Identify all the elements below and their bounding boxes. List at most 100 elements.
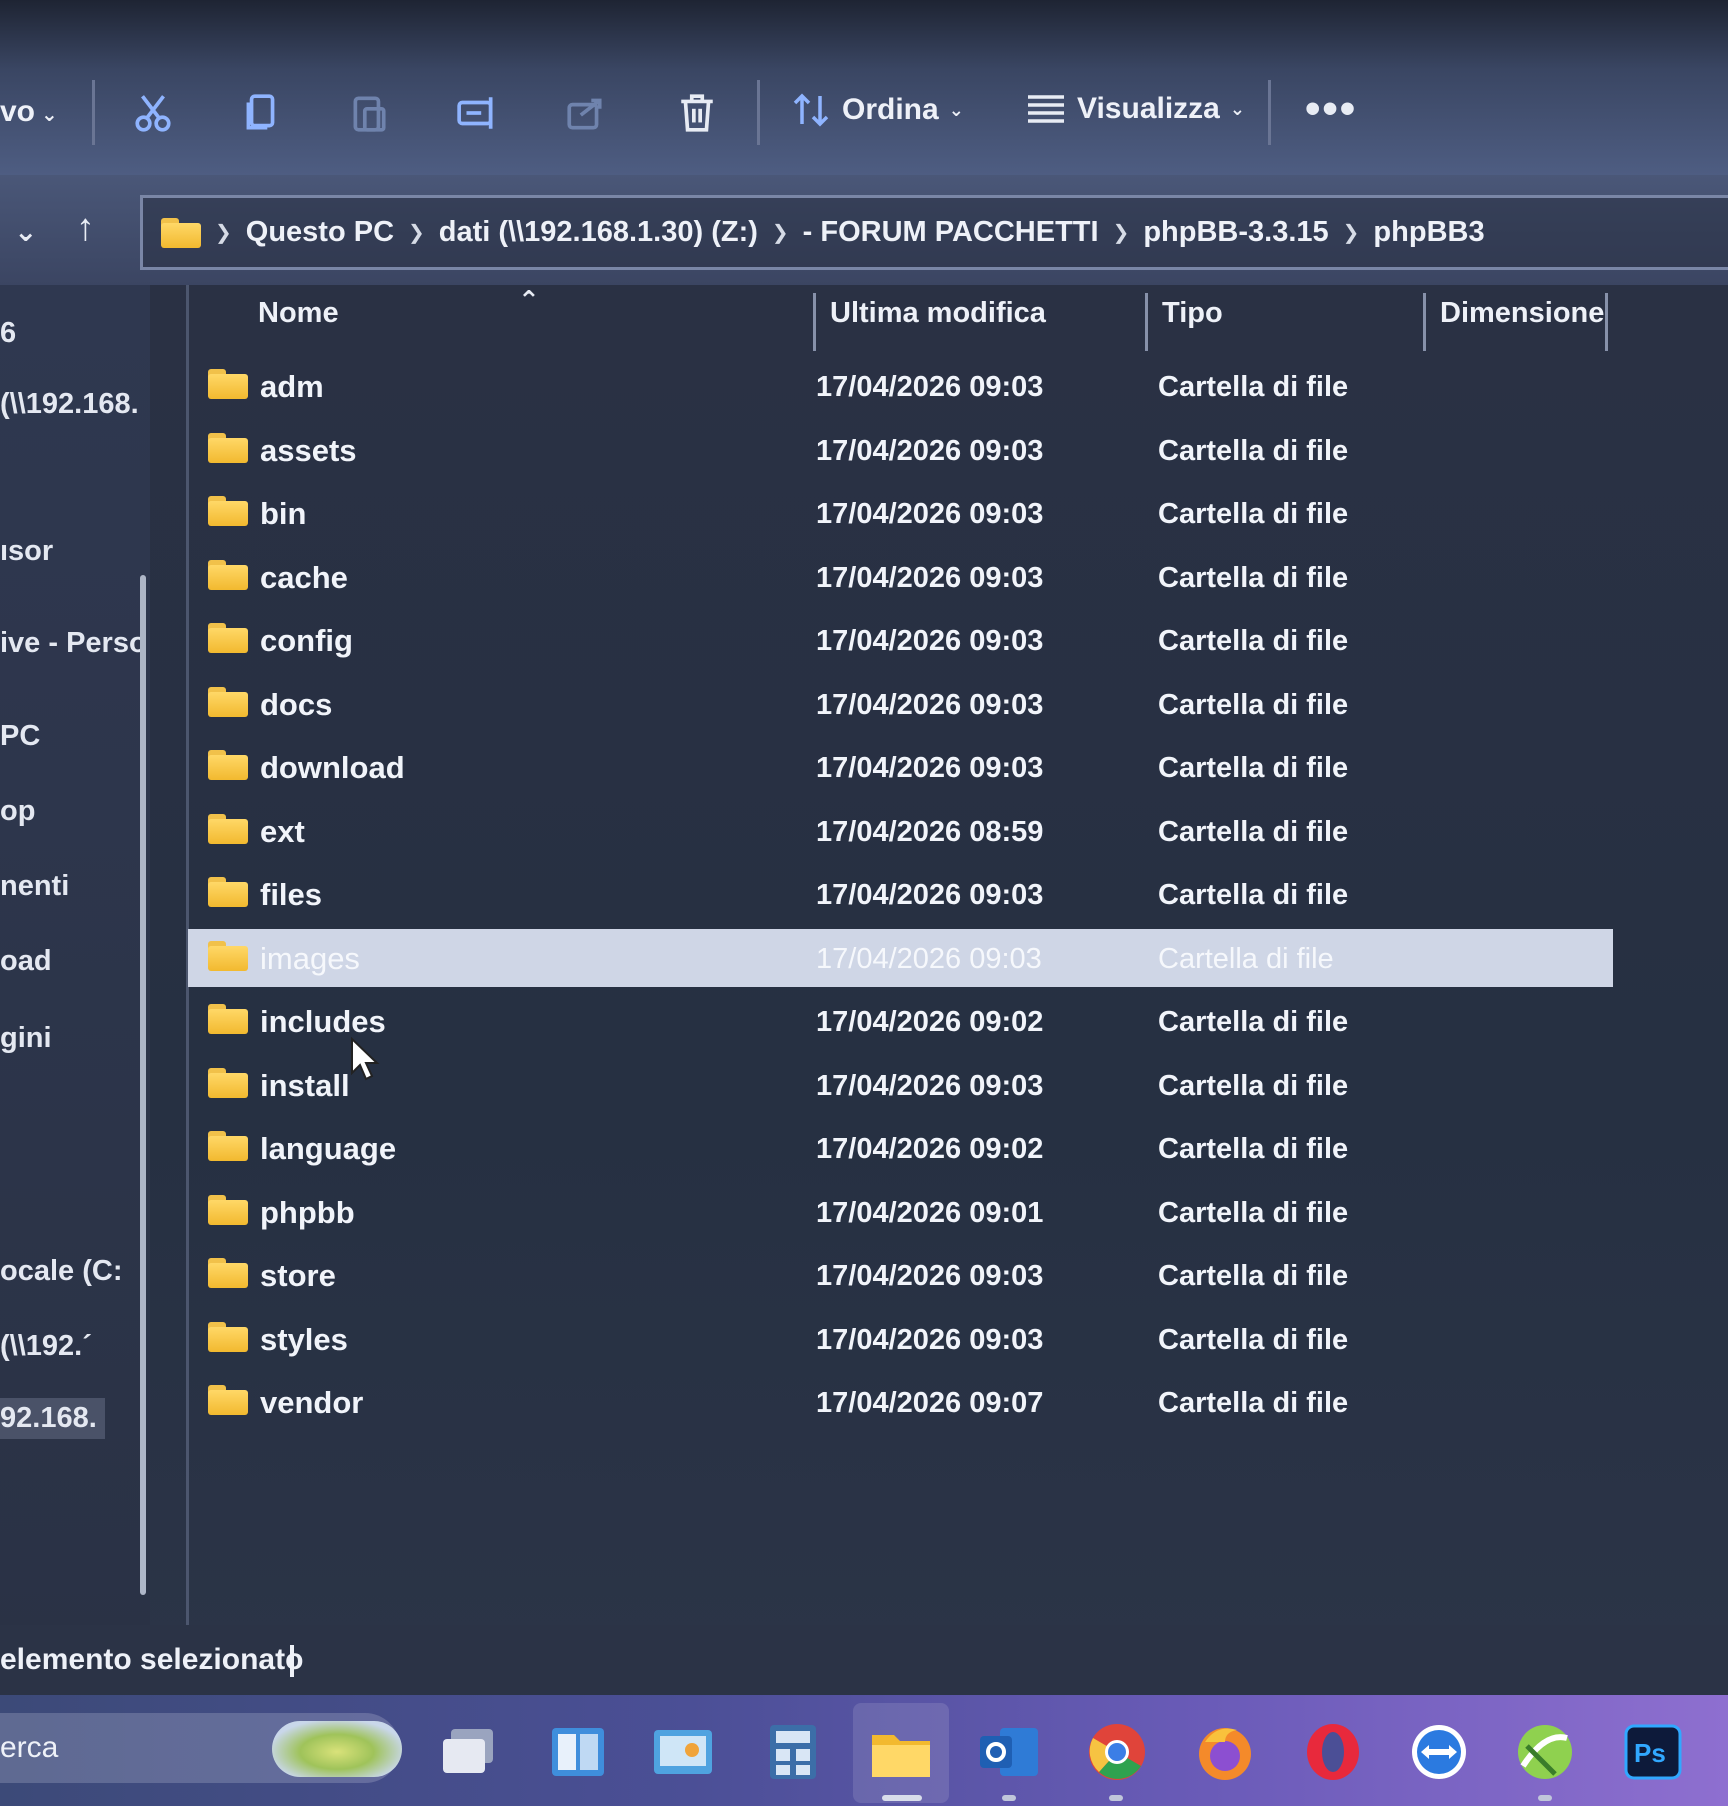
file-name[interactable]: includes [260,1004,386,1040]
breadcrumb-questo-pc[interactable]: Questo PC [246,216,394,249]
column-header-modified[interactable]: Ultima modifica [830,297,1046,330]
file-name[interactable]: files [260,877,322,913]
running-app-indicator [1538,1795,1552,1801]
file-row[interactable]: config 17/04/2026 09:03 Cartella di file [188,611,1613,669]
breadcrumb-phpbb3[interactable]: phpBB3 [1373,216,1484,249]
file-row[interactable]: adm 17/04/2026 09:03 Cartella di file [188,357,1613,415]
file-name[interactable]: download [260,750,405,786]
chevron-down-icon: ⌄ [1229,98,1245,119]
folder-icon [208,1131,248,1161]
file-name[interactable]: ext [260,814,305,850]
file-row[interactable]: ext 17/04/2026 08:59 Cartella di file [188,802,1613,860]
new-button[interactable]: vo ⌄ [0,95,58,129]
sidebar-scrollbar[interactable] [140,575,146,1595]
column-divider[interactable] [1145,293,1148,351]
chevron-right-icon[interactable]: ❯ [408,220,425,245]
share-button[interactable] [560,88,610,138]
file-type: Cartella di file [1158,1260,1349,1292]
file-type: Cartella di file [1158,943,1334,975]
file-row[interactable]: store 17/04/2026 09:03 Cartella di file [188,1246,1613,1304]
folder-icon [208,369,248,399]
taskbar-search-box[interactable]: erca [0,1713,402,1783]
sidebar-item-network-drive-selected[interactable]: 92.168. [0,1398,105,1439]
file-row[interactable]: files 17/04/2026 09:03 Cartella di file [188,865,1613,923]
calculator-icon[interactable] [762,1721,824,1783]
column-divider[interactable] [1605,293,1608,351]
outlook-icon[interactable] [978,1721,1040,1783]
sidebar-item-network-drive[interactable]: (\\192.´ [0,1330,92,1363]
file-row[interactable]: includes 17/04/2026 09:02 Cartella di file [188,992,1613,1050]
chevron-right-icon[interactable]: ❯ [215,220,232,245]
file-name[interactable]: install [260,1068,350,1104]
firefox-icon[interactable] [1194,1721,1256,1783]
file-name[interactable]: styles [260,1322,348,1358]
recent-locations-chevron-icon[interactable]: ⌄ [14,215,37,248]
sidebar-item-onedrive[interactable]: ive - Perso [0,627,147,660]
copy-button[interactable] [236,88,286,138]
widgets-icon[interactable] [547,1721,609,1783]
file-row-selected[interactable]: images 17/04/2026 09:03 Cartella di file [188,929,1613,987]
chevron-right-icon[interactable]: ❯ [1343,220,1360,245]
column-header-size[interactable]: Dimensione [1440,297,1604,330]
sidebar-item-desktop[interactable]: op [0,795,35,828]
file-name[interactable]: phpbb [260,1195,355,1231]
paste-button[interactable] [344,88,394,138]
sidebar-item-local-disk[interactable]: ocale (C: [0,1255,122,1288]
file-name[interactable]: docs [260,687,332,723]
file-row[interactable]: assets 17/04/2026 09:03 Cartella di file [188,421,1613,479]
column-header-type[interactable]: Tipo [1162,297,1223,330]
photoshop-icon[interactable]: Ps [1622,1721,1684,1783]
file-row[interactable]: install 17/04/2026 09:03 Cartella di file [188,1056,1613,1114]
file-name[interactable]: images [260,941,360,977]
sidebar-item[interactable]: 6 [0,317,16,350]
file-row[interactable]: styles 17/04/2026 09:03 Cartella di file [188,1310,1613,1368]
up-arrow-icon[interactable]: ↑ [76,207,95,250]
file-name[interactable]: config [260,623,353,659]
sidebar-item[interactable]: ısor [0,535,53,568]
column-divider[interactable] [813,293,816,351]
file-name[interactable]: cache [260,560,348,596]
control-panel-icon[interactable] [652,1721,714,1783]
sidebar-item-downloads[interactable]: oad [0,945,52,978]
address-bar[interactable]: ❯ Questo PC ❯ dati (\\192.168.1.30) (Z:)… [140,195,1728,270]
view-button[interactable]: Visualizza ⌄ [1025,92,1245,126]
chrome-icon[interactable] [1086,1721,1148,1783]
file-row[interactable]: phpbb 17/04/2026 09:01 Cartella di file [188,1183,1613,1241]
breadcrumb-drive[interactable]: dati (\\192.168.1.30) (Z:) [439,216,758,249]
file-row[interactable]: download 17/04/2026 09:03 Cartella di file [188,738,1613,796]
file-row[interactable]: language 17/04/2026 09:02 Cartella di file [188,1119,1613,1177]
folder-icon [208,750,248,780]
file-row[interactable]: vendor 17/04/2026 09:07 Cartella di file [188,1373,1613,1431]
file-name[interactable]: language [260,1131,396,1167]
column-divider[interactable] [1423,293,1426,351]
chevron-right-icon[interactable]: ❯ [772,220,789,245]
rename-button[interactable] [452,88,502,138]
file-name[interactable]: assets [260,433,357,469]
breadcrumb-forum-pacchetti[interactable]: - FORUM PACCHETTI [803,216,1099,249]
task-view-icon[interactable] [438,1721,500,1783]
opera-icon[interactable] [1302,1721,1364,1783]
delete-button[interactable] [672,88,722,138]
file-name[interactable]: store [260,1258,336,1294]
file-row[interactable]: cache 17/04/2026 09:03 Cartella di file [188,548,1613,606]
cut-button[interactable] [128,88,178,138]
chevron-right-icon[interactable]: ❯ [1113,220,1130,245]
file-row[interactable]: bin 17/04/2026 09:03 Cartella di file [188,484,1613,542]
more-options-button[interactable]: ••• [1305,84,1357,134]
teamviewer-icon[interactable] [1408,1721,1470,1783]
sidebar-item-pictures[interactable]: gini [0,1022,52,1055]
sidebar-item-documents[interactable]: nenti [0,870,69,903]
file-name[interactable]: vendor [260,1385,363,1421]
maps-icon[interactable] [1514,1721,1576,1783]
breadcrumb-phpbb-version[interactable]: phpBB-3.3.15 [1143,216,1328,249]
sidebar-item-this-pc[interactable]: PC [0,720,40,753]
share-icon [567,98,602,130]
file-type: Cartella di file [1158,562,1349,594]
file-name[interactable]: bin [260,496,307,532]
sidebar-item-network-drive[interactable]: (\\192.168. [0,388,139,421]
file-row[interactable]: docs 17/04/2026 09:03 Cartella di file [188,675,1613,733]
column-header-name[interactable]: Nome [258,297,339,330]
sort-button[interactable]: Ordina ⌄ [792,92,964,128]
file-name[interactable]: adm [260,369,324,405]
file-explorer-icon[interactable] [853,1703,949,1803]
